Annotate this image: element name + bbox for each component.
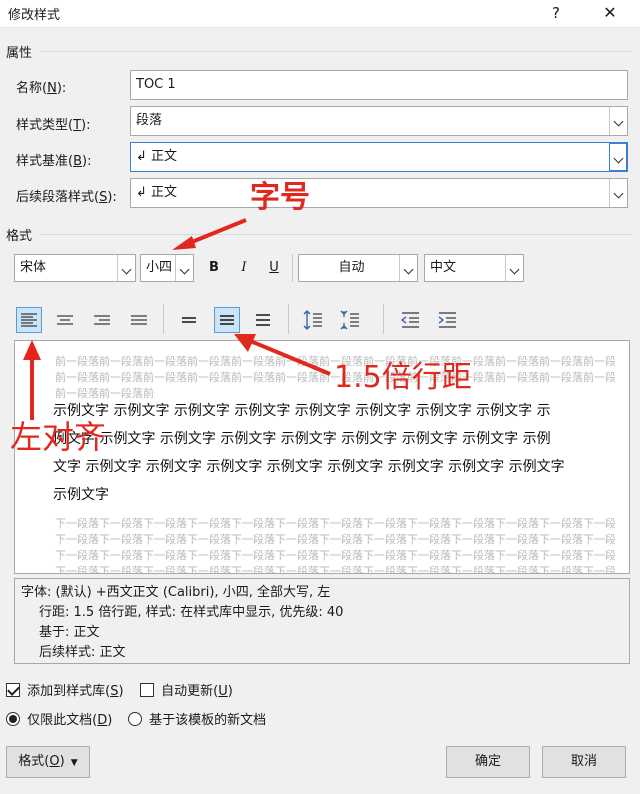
annotation-arrow-icon (172, 218, 247, 250)
next-paragraph-line: 下一段落下一段落下一段落下一段落下一段落下一段落下一段落下一段落下一段落下一段落… (55, 549, 615, 562)
new-documents-label: 基于该模板的新文档 (149, 713, 267, 728)
group-divider (40, 51, 632, 52)
toolbar-separator (163, 304, 164, 334)
sample-text-line: 示例文字 示例文字 示例文字 示例文字 示例文字 示例文字 示例文字 示例文字 … (53, 403, 551, 419)
format-menu-button[interactable]: 格式(O) ▼ (6, 746, 90, 778)
align-right-button[interactable] (89, 307, 115, 333)
style-type-select[interactable]: 段落 (130, 106, 628, 136)
script-value: 中文 (430, 260, 457, 275)
radio-selected-icon[interactable] (6, 712, 20, 726)
description-line: 行距: 1.5 倍行距, 样式: 在样式库中显示, 优先级: 40 (39, 605, 344, 620)
add-to-gallery-label: 添加到样式库(S) (27, 684, 124, 699)
description-line: 后续样式: 正文 (39, 645, 126, 660)
font-color-select[interactable]: 自动 (298, 254, 418, 282)
next-style-label: 后续段落样式(S): (16, 190, 117, 205)
chevron-down-icon[interactable] (117, 255, 135, 281)
style-type-value: 段落 (136, 113, 163, 128)
align-left-button[interactable] (16, 307, 42, 333)
font-size-value: 小四 (146, 260, 173, 275)
line-spacing-1-5-icon (220, 315, 234, 325)
name-field[interactable]: TOC 1 (130, 70, 628, 100)
this-document-only-radio[interactable]: 仅限此文档(D) (6, 709, 112, 728)
based-on-value: ↲ 正文 (136, 149, 178, 164)
close-button[interactable]: ✕ (596, 2, 624, 24)
checkbox-unchecked-icon[interactable] (140, 683, 154, 697)
ok-button[interactable]: 确定 (446, 746, 530, 778)
chevron-down-icon[interactable] (609, 179, 627, 207)
cancel-button[interactable]: 取消 (542, 746, 626, 778)
sample-text-line: 例文字 示例文字 示例文字 示例文字 示例文字 示例文字 示例文字 示例文字 示… (53, 431, 551, 447)
annotation-arrow-icon (234, 334, 331, 376)
based-on-select[interactable]: ↲ 正文 (130, 142, 628, 172)
sample-text-line: 文字 示例文字 示例文字 示例文字 示例文字 示例文字 示例文字 示例文字 示例… (53, 459, 565, 475)
align-right-icon (94, 315, 110, 325)
chevron-down-icon[interactable] (175, 255, 193, 281)
style-description: 字体: (默认) +西文正文 (Calibri), 小四, 全部大写, 左 行距… (14, 578, 630, 664)
single-spacing-icon (182, 317, 196, 323)
auto-update-checkbox[interactable]: 自动更新(U) (140, 680, 233, 699)
decrease-indent-icon (400, 312, 419, 328)
italic-button[interactable]: I (232, 257, 256, 279)
align-left-icon (21, 313, 37, 327)
dialog-title: 修改样式 (8, 8, 61, 23)
toolbar-separator (292, 254, 293, 282)
chevron-down-icon[interactable] (609, 107, 627, 135)
chevron-down-icon[interactable] (399, 255, 417, 281)
line-spacing-annotation: 1.5倍行距 (334, 360, 472, 395)
left-align-annotation: 左对齐 (10, 418, 107, 456)
this-document-only-label: 仅限此文档(D) (27, 713, 113, 728)
next-paragraph-line: 下一段落下一段落下一段落下一段落下一段落下一段落下一段落下一段落下一段落下一段落… (55, 565, 615, 574)
next-style-select[interactable]: ↲ 正文 (130, 178, 628, 208)
based-on-label: 样式基准(B): (16, 154, 92, 169)
font-value: 宋体 (20, 260, 47, 275)
dropdown-triangle-icon: ▼ (70, 758, 78, 768)
justify-icon (131, 315, 147, 325)
properties-group-label: 属性 (6, 46, 33, 61)
format-group-label: 格式 (6, 229, 33, 244)
decrease-indent-button[interactable] (397, 307, 423, 333)
align-center-icon (57, 315, 73, 325)
sample-text-line: 示例文字 (53, 487, 109, 503)
increase-indent-button[interactable] (434, 307, 460, 333)
font-color-value: 自动 (338, 260, 365, 275)
font-size-annotation: 字号 (250, 180, 310, 215)
paragraph-spacing-down-icon (340, 310, 359, 330)
single-spacing-button[interactable] (176, 307, 202, 333)
font-select[interactable]: 宋体 (14, 254, 136, 282)
bold-button[interactable]: B (202, 257, 226, 279)
underline-button[interactable]: U (262, 257, 286, 279)
format-button-label: 格式(O) (18, 754, 65, 769)
chevron-down-icon[interactable] (505, 255, 523, 281)
justify-button[interactable] (126, 307, 152, 333)
style-type-label: 样式类型(T): (16, 118, 91, 133)
radio-unselected-icon[interactable] (128, 712, 142, 726)
add-to-gallery-checkbox[interactable]: 添加到样式库(S) (6, 680, 124, 699)
description-line: 基于: 正文 (39, 625, 100, 640)
decrease-paragraph-spacing-button[interactable] (337, 307, 363, 333)
annotation-arrow-icon (23, 340, 41, 420)
next-paragraph-line: 下一段落下一段落下一段落下一段落下一段落下一段落下一段落下一段落下一段落下一段落… (55, 517, 615, 530)
name-label: 名称(N): (16, 81, 67, 96)
help-button[interactable]: ? (544, 2, 568, 24)
toolbar-separator (383, 304, 384, 334)
paragraph-spacing-up-icon (303, 310, 322, 330)
next-paragraph-line: 下一段落下一段落下一段落下一段落下一段落下一段落下一段落下一段落下一段落下一段落… (55, 533, 615, 546)
font-size-select[interactable]: 小四 (140, 254, 194, 282)
new-documents-radio[interactable]: 基于该模板的新文档 (128, 709, 266, 728)
double-spacing-icon (256, 314, 270, 326)
checkbox-checked-icon[interactable] (6, 683, 20, 697)
group-divider (40, 234, 632, 235)
align-center-button[interactable] (52, 307, 78, 333)
auto-update-label: 自动更新(U) (161, 684, 233, 699)
next-style-value: ↲ 正文 (136, 185, 178, 200)
description-line: 字体: (默认) +西文正文 (Calibri), 小四, 全部大写, 左 (21, 585, 331, 600)
script-select[interactable]: 中文 (424, 254, 524, 282)
chevron-down-icon[interactable] (609, 143, 627, 171)
increase-indent-icon (438, 312, 456, 328)
